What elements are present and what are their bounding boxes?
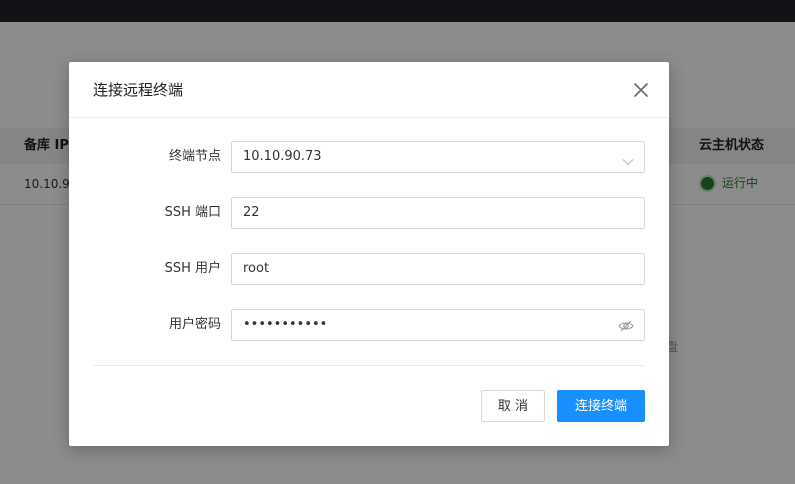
- chevron-down-icon: [622, 152, 634, 166]
- password-value: •••••••••••: [243, 317, 328, 332]
- ssh-port-value: 22: [243, 205, 260, 220]
- ssh-port-label: SSH 端口: [164, 205, 221, 220]
- form-row-ssh-port: SSH 端口 22: [69, 197, 669, 229]
- connect-terminal-dialog: 连接远程终端 终端节点 10.10.90.73 SSH 端口 22 SSH 用户…: [69, 62, 669, 446]
- eye-off-icon[interactable]: [618, 318, 634, 332]
- terminal-node-value: 10.10.90.73: [243, 149, 322, 164]
- ssh-port-field[interactable]: 22: [231, 197, 645, 229]
- form-row-password: 用户密码 •••••••••••: [69, 309, 669, 341]
- dialog-header: 连接远程终端: [69, 62, 669, 118]
- password-field[interactable]: •••••••••••: [231, 309, 645, 341]
- connect-terminal-button[interactable]: 连接终端: [557, 390, 645, 422]
- terminal-node-label: 终端节点: [168, 149, 221, 164]
- cancel-button[interactable]: 取 消: [481, 390, 545, 422]
- footer-divider: [93, 365, 645, 366]
- close-icon[interactable]: [630, 79, 652, 101]
- dialog-title: 连接远程终端: [93, 81, 184, 99]
- form-row-ssh-user: SSH 用户 root: [69, 253, 669, 285]
- ssh-user-label: SSH 用户: [164, 261, 221, 276]
- ssh-user-field[interactable]: root: [231, 253, 645, 285]
- form-row-terminal-node: 终端节点 10.10.90.73: [69, 141, 669, 173]
- ssh-user-value: root: [243, 261, 270, 276]
- terminal-node-select[interactable]: 10.10.90.73: [231, 141, 645, 173]
- password-label: 用户密码: [168, 317, 221, 332]
